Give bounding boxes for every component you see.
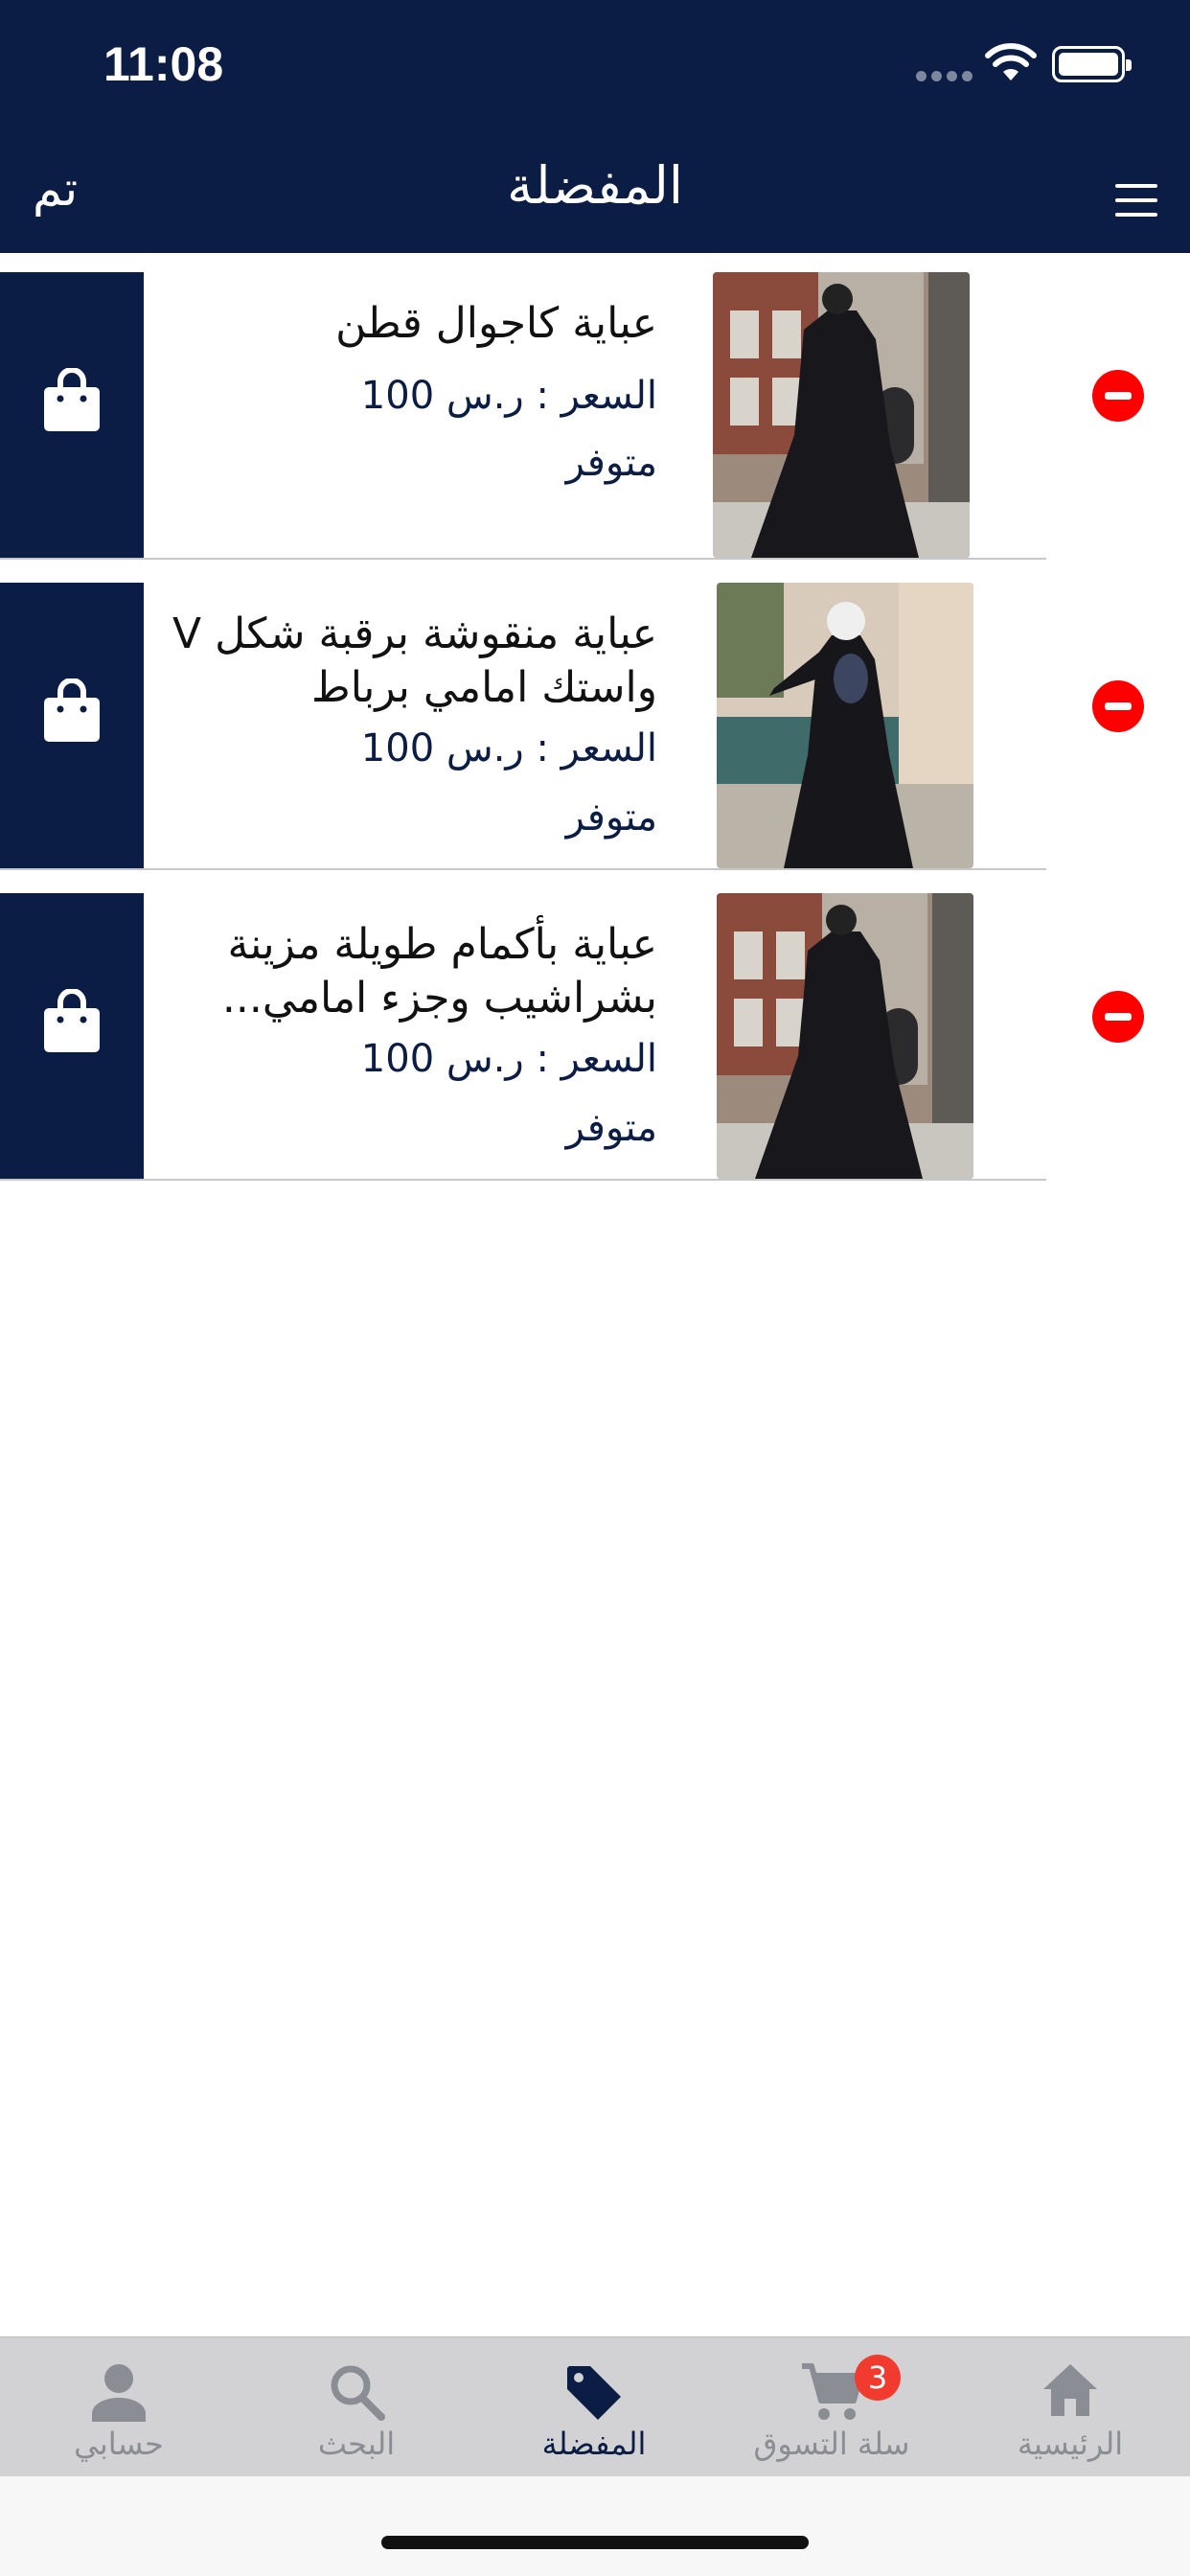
add-to-cart-button[interactable] [0,893,144,1179]
wifi-icon [985,43,1037,80]
favorite-item[interactable]: عباية كاجوال قطن السعر : ر.س 100 متوفر [0,272,1190,562]
page-title: المفضلة [507,155,683,216]
row-divider [0,868,1046,870]
person-icon [92,2364,146,2422]
item-availability: متوفر [565,441,657,485]
tag-icon [567,2366,621,2420]
row-divider [0,1179,1046,1181]
shopping-bag-icon [44,678,100,742]
tab-label: البحث [317,2426,396,2462]
item-title: عباية بأكمام طويلة مزينة بشراشيب وجزء ام… [221,920,657,1023]
menu-icon[interactable] [1115,184,1157,217]
tab-label: حسابي [74,2426,164,2462]
product-image[interactable] [713,272,970,558]
home-indicator-area [0,2476,1190,2576]
product-image[interactable] [717,583,973,868]
tab-home[interactable]: الرئيسية [950,2337,1190,2477]
product-image[interactable] [717,893,973,1179]
add-to-cart-button[interactable] [0,272,144,558]
tab-label: سلة التسوق [753,2426,910,2462]
tab-bar: حسابي البحث المفضلة 3 سلة التسوق الرئيسي… [0,2336,1190,2476]
item-price: السعر : ر.س 100 [360,726,657,770]
cart-icon [802,2363,863,2420]
add-to-cart-button[interactable] [0,583,144,868]
tab-cart[interactable]: 3 سلة التسوق [713,2337,950,2477]
status-time: 11:08 [103,37,224,91]
tab-favorites[interactable]: المفضلة [475,2337,713,2477]
cellular-signal-icon [916,71,973,82]
battery-icon [1052,46,1132,82]
navigation-header: 11:08 تم المفضلة [0,0,1190,253]
item-availability: متوفر [565,1106,657,1150]
search-icon [331,2365,385,2421]
favorite-item[interactable]: عباية منقوشة برقبة شكل V واستك امامي برب… [0,583,1190,872]
tab-search[interactable]: البحث [238,2337,475,2477]
item-price: السعر : ر.س 100 [360,1037,657,1081]
home-icon [1043,2364,1097,2416]
remove-favorite-icon[interactable] [1091,369,1145,423]
cart-badge: 3 [855,2355,901,2401]
remove-favorite-icon[interactable] [1091,990,1145,1044]
item-title: عباية منقوشة برقبة شكل V واستك امامي برب… [172,610,657,712]
favorite-item[interactable]: عباية بأكمام طويلة مزينة بشراشيب وجزء ام… [0,893,1190,1183]
item-title: عباية كاجوال قطن [335,299,657,348]
remove-favorite-icon[interactable] [1091,679,1145,733]
shopping-bag-icon [44,368,100,431]
tab-account[interactable]: حسابي [0,2337,238,2477]
tab-label: المفضلة [541,2426,647,2462]
tab-label: الرئيسية [1017,2426,1124,2462]
shopping-bag-icon [44,989,100,1052]
item-availability: متوفر [565,795,657,840]
row-divider [0,558,1046,560]
item-price: السعر : ر.س 100 [360,374,657,418]
home-indicator[interactable] [381,2536,809,2549]
